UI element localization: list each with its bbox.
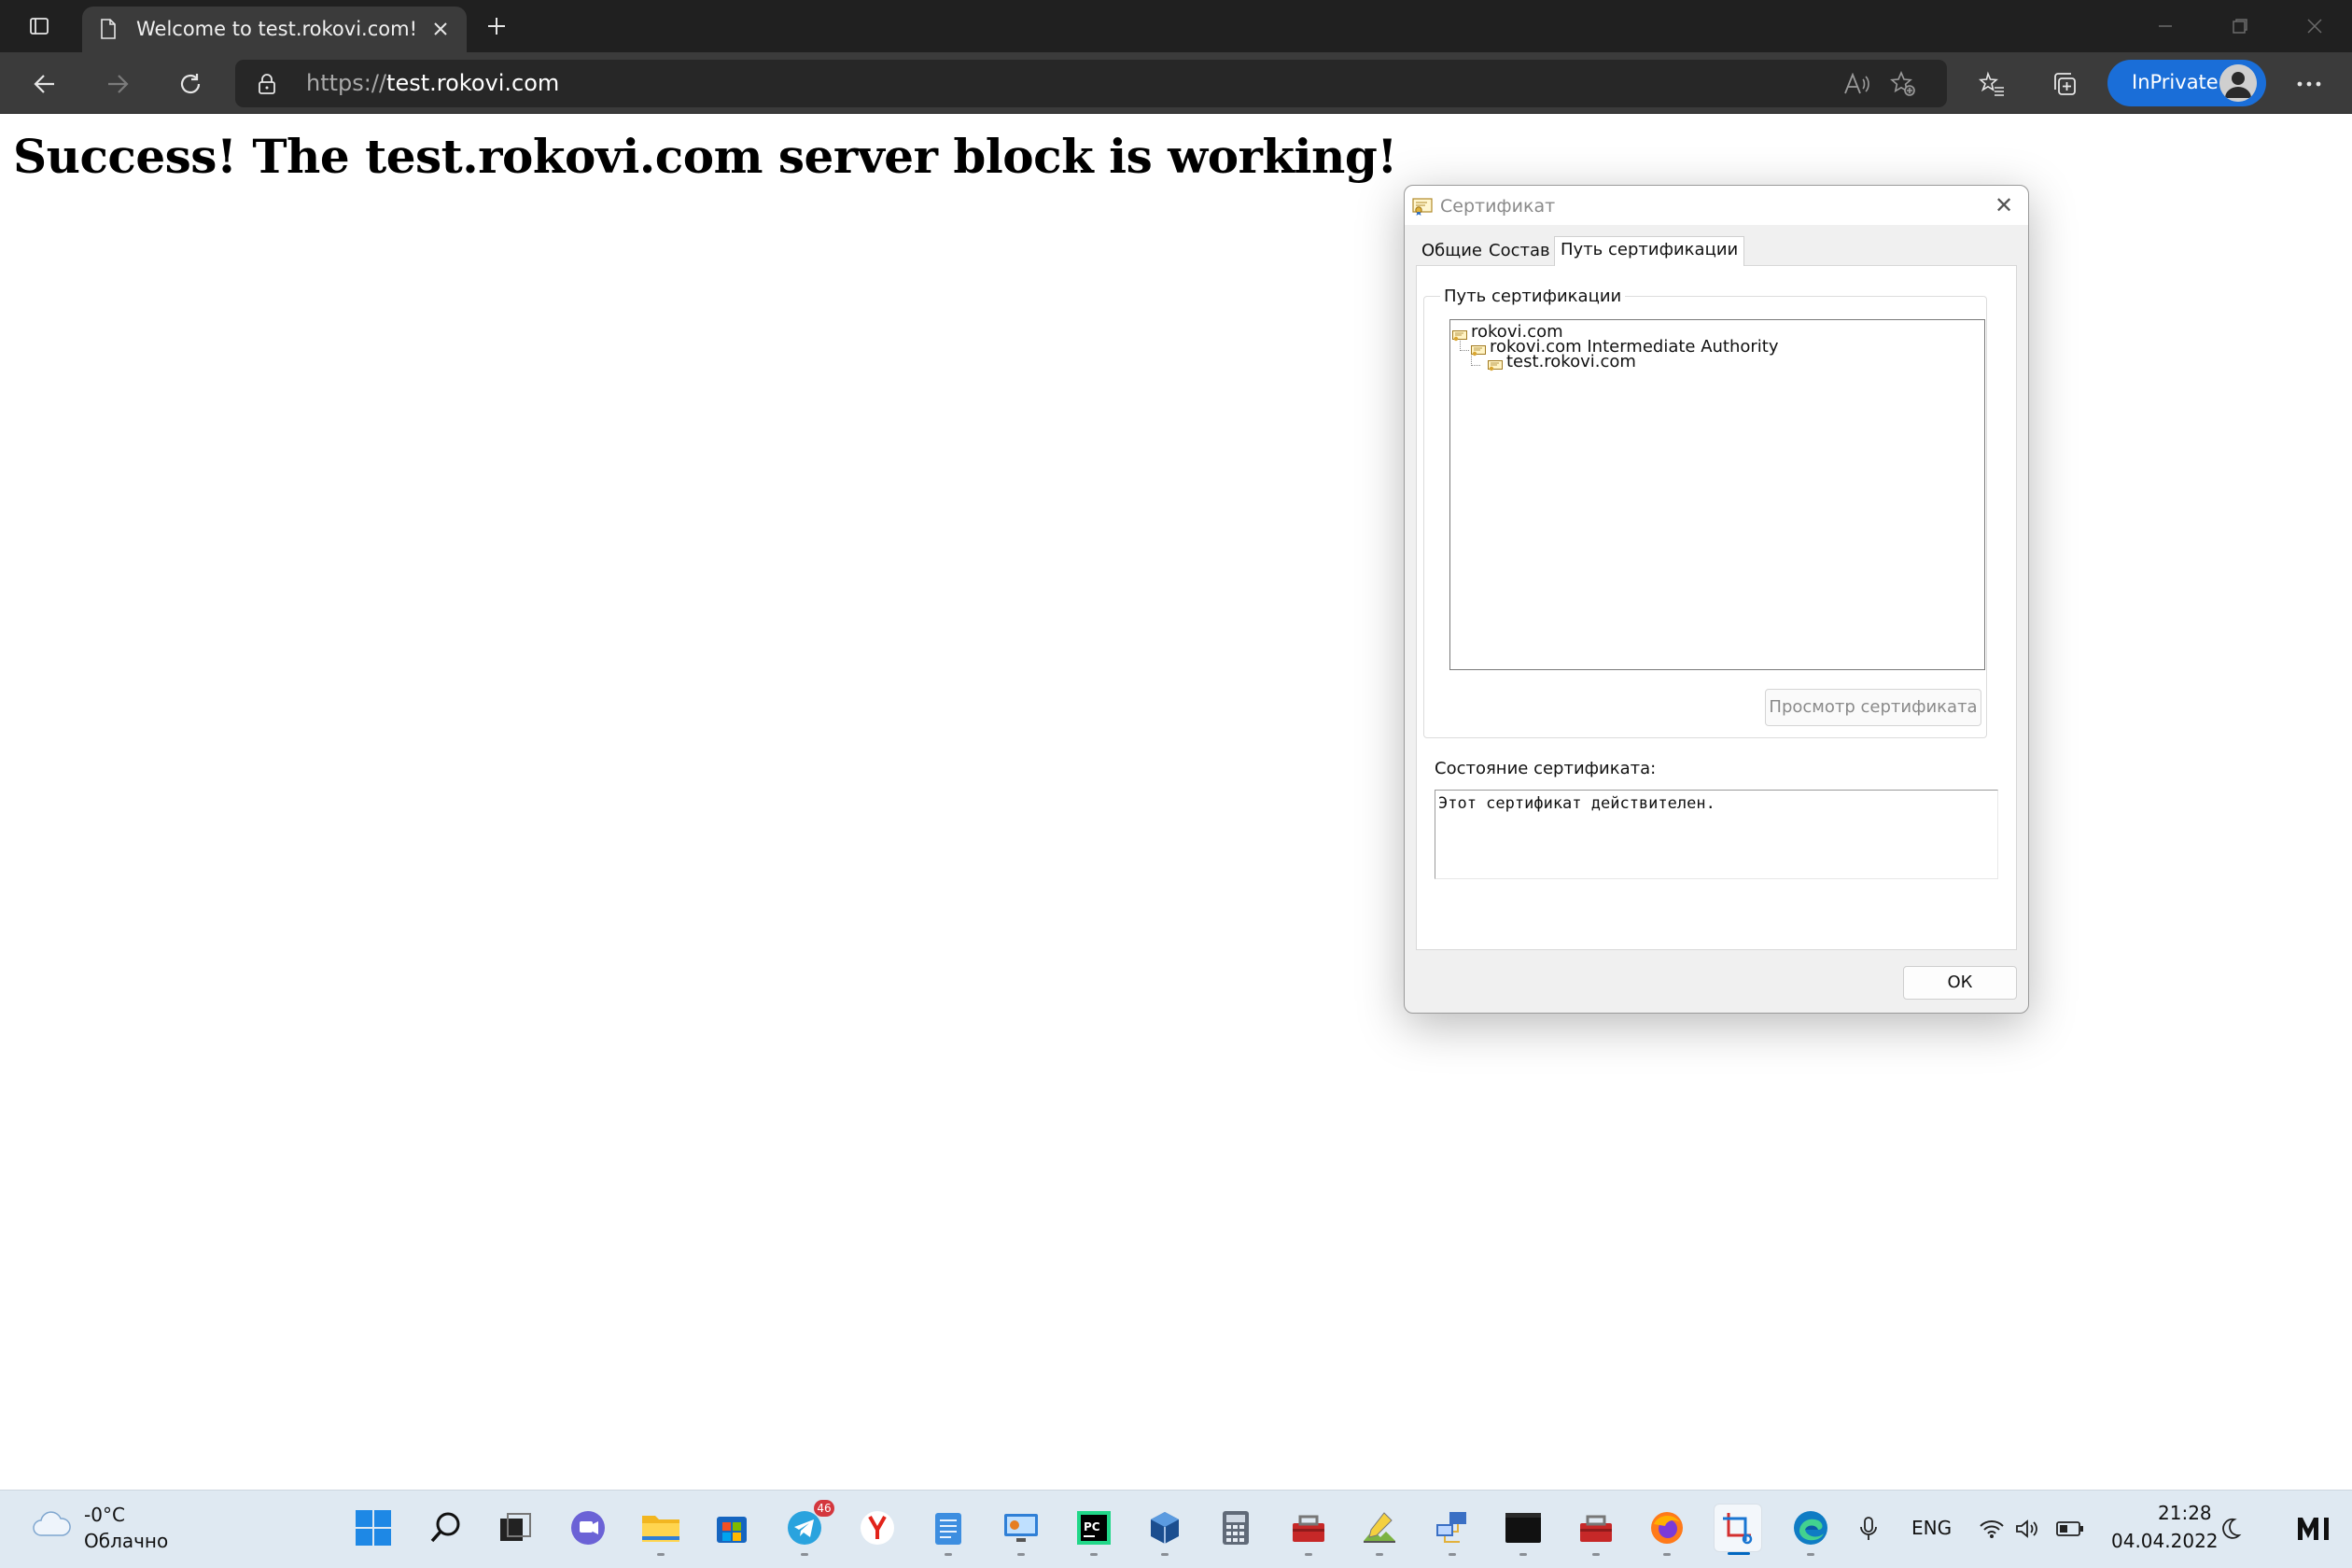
toolbox-icon[interactable]: [1284, 1504, 1333, 1556]
calculator-icon[interactable]: [1211, 1504, 1260, 1552]
certificate-icon: [1488, 357, 1503, 371]
toolbox-icon-2[interactable]: [1572, 1504, 1620, 1556]
add-favorite-icon[interactable]: [1887, 69, 1919, 99]
tree-node-leaf[interactable]: test.rokovi.com: [1488, 352, 1636, 371]
clock-date[interactable]: 04.04.2022: [2111, 1530, 2219, 1552]
browser-toolbar: https://test.rokovi.com InPrivate: [0, 52, 2352, 114]
ok-button[interactable]: ОК: [1903, 966, 2017, 1000]
address-bar[interactable]: https://test.rokovi.com: [235, 60, 1947, 107]
close-window-icon[interactable]: [2300, 11, 2330, 41]
virtualbox-icon[interactable]: [1141, 1504, 1189, 1556]
address-host: test.rokovi.com: [386, 70, 560, 96]
tree-node-label: test.rokovi.com: [1506, 352, 1636, 371]
inprivate-button[interactable]: InPrivate: [2107, 60, 2266, 106]
tab-details[interactable]: Состав: [1485, 238, 1554, 264]
tab-actions-icon[interactable]: [24, 11, 54, 41]
taskbar: -0°C Облачно 46 PC ENG 21:28 04.04.2022: [0, 1490, 2352, 1568]
close-tab-icon[interactable]: [427, 16, 454, 42]
inprivate-label: InPrivate: [2132, 71, 2219, 93]
start-button[interactable]: [349, 1504, 398, 1552]
edge-icon[interactable]: [1786, 1504, 1835, 1556]
language-indicator[interactable]: ENG: [1911, 1517, 1952, 1539]
forward-icon[interactable]: [101, 67, 134, 101]
tab-title: Welcome to test.rokovi.com!: [136, 18, 417, 40]
pycharm-icon[interactable]: PC: [1070, 1504, 1118, 1556]
firefox-icon[interactable]: [1643, 1504, 1691, 1556]
certificate-icon: [1412, 197, 1433, 216]
avatar: [2219, 64, 2257, 102]
status-text: Этот сертификат действителен.: [1438, 794, 1715, 813]
minimize-icon[interactable]: [2150, 11, 2180, 41]
page-icon: [95, 16, 121, 42]
status-textbox[interactable]: Этот сертификат действителен.: [1435, 790, 1998, 879]
notepad-icon[interactable]: [924, 1504, 973, 1556]
certification-path-tree[interactable]: rokovi.com rokovi.com Intermediate Autho…: [1449, 319, 1985, 670]
image-editor-icon[interactable]: [1355, 1504, 1404, 1556]
tab-general[interactable]: Общие: [1418, 238, 1486, 264]
more-options-icon[interactable]: [2292, 67, 2326, 101]
collections-icon[interactable]: [2048, 67, 2081, 101]
browser-tab[interactable]: Welcome to test.rokovi.com!: [82, 7, 467, 52]
read-aloud-icon[interactable]: [1841, 69, 1872, 99]
volume-icon[interactable]: [2012, 1515, 2042, 1543]
certificate-dialog: Сертификат ✕ Общие Состав Путь сертифика…: [1404, 185, 2029, 1014]
tab-certification-path[interactable]: Путь сертификации: [1554, 236, 1745, 266]
clock-time[interactable]: 21:28: [2158, 1502, 2212, 1524]
new-tab-icon[interactable]: [482, 11, 511, 41]
focus-moon-icon[interactable]: [2216, 1515, 2246, 1543]
dialog-title: Сертификат: [1440, 196, 1556, 217]
favorites-icon[interactable]: [1975, 67, 2009, 101]
browser-tab-bar: Welcome to test.rokovi.com!: [0, 0, 2352, 52]
refresh-icon[interactable]: [174, 67, 207, 101]
notification-badge: 46: [814, 1500, 834, 1517]
lock-icon[interactable]: [254, 71, 280, 97]
dialog-titlebar[interactable]: Сертификат ✕: [1405, 186, 2028, 225]
remote-desktop-icon[interactable]: [997, 1504, 1045, 1556]
terminal-icon[interactable]: [1499, 1504, 1547, 1556]
snipping-tool-icon[interactable]: [1714, 1504, 1762, 1555]
path-group-label: Путь сертификации: [1440, 287, 1626, 306]
microphone-icon[interactable]: [1854, 1515, 1883, 1543]
microsoft-store-icon[interactable]: [707, 1504, 756, 1552]
weather-cloud-icon[interactable]: [32, 1509, 71, 1539]
back-icon[interactable]: [28, 67, 62, 101]
network-manager-icon[interactable]: [1428, 1504, 1477, 1556]
telegram-icon[interactable]: 46: [780, 1500, 834, 1556]
wifi-icon[interactable]: [1977, 1515, 2007, 1543]
view-certificate-button[interactable]: Просмотр сертификата: [1765, 689, 1981, 726]
address-scheme: https://: [306, 70, 387, 96]
weather-temperature[interactable]: -0°C: [84, 1504, 125, 1526]
teams-chat-icon[interactable]: [564, 1504, 612, 1552]
task-view-icon[interactable]: [491, 1504, 539, 1552]
svg-text:PC: PC: [1084, 1520, 1100, 1533]
search-icon[interactable]: [422, 1504, 470, 1552]
certificate-icon: [1452, 327, 1467, 341]
weather-description[interactable]: Облачно: [84, 1530, 168, 1552]
address-text: https://test.rokovi.com: [306, 70, 559, 96]
restore-icon[interactable]: [2225, 11, 2255, 41]
page-heading: Success! The test.rokovi.com server bloc…: [13, 129, 1397, 184]
file-explorer-icon[interactable]: [637, 1504, 685, 1556]
yandex-browser-icon[interactable]: [853, 1504, 902, 1552]
certificate-icon: [1471, 342, 1486, 356]
status-label: Состояние сертификата:: [1435, 759, 1657, 778]
app-logo-icon[interactable]: [2294, 1515, 2335, 1543]
close-dialog-icon[interactable]: ✕: [1991, 193, 2017, 219]
battery-icon[interactable]: [2055, 1515, 2085, 1543]
